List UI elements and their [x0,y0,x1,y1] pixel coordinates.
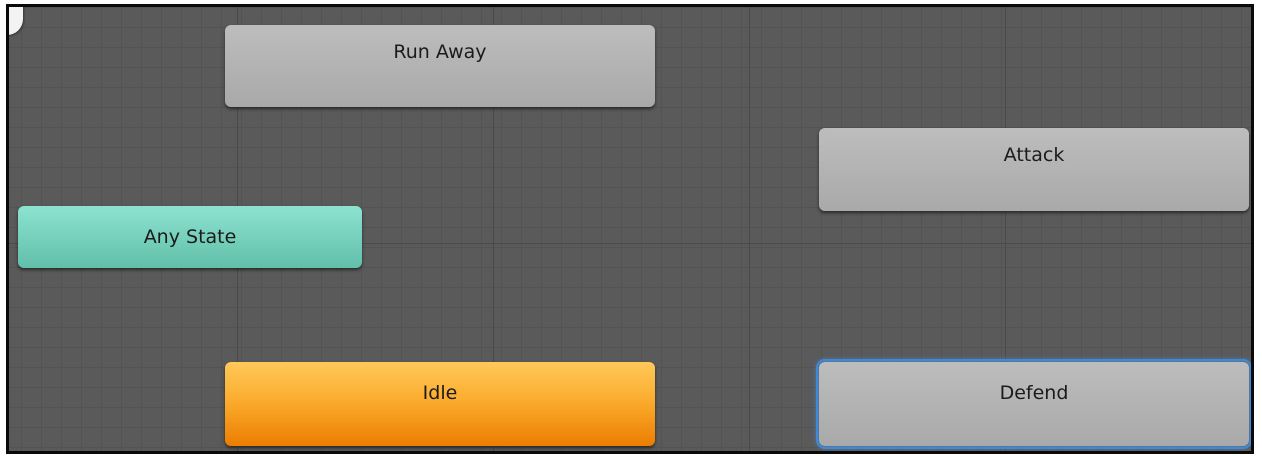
state-node-defend-selected[interactable]: Defend [816,359,1251,449]
state-label: Run Away [393,41,487,63]
state-label: Attack [1003,144,1065,166]
state-node-any-state[interactable]: Any State [18,206,362,268]
state-node-attack[interactable]: Attack [819,128,1249,211]
state-node-run-away[interactable]: Run Away [225,25,655,107]
state-label: Idle [422,382,458,404]
state-label: Any State [143,226,237,248]
state-node-idle-default[interactable]: Idle [225,362,655,446]
state-label: Defend [999,382,1069,404]
animator-canvas[interactable]: Run Away Attack Any State Idle Defend [6,4,1254,454]
